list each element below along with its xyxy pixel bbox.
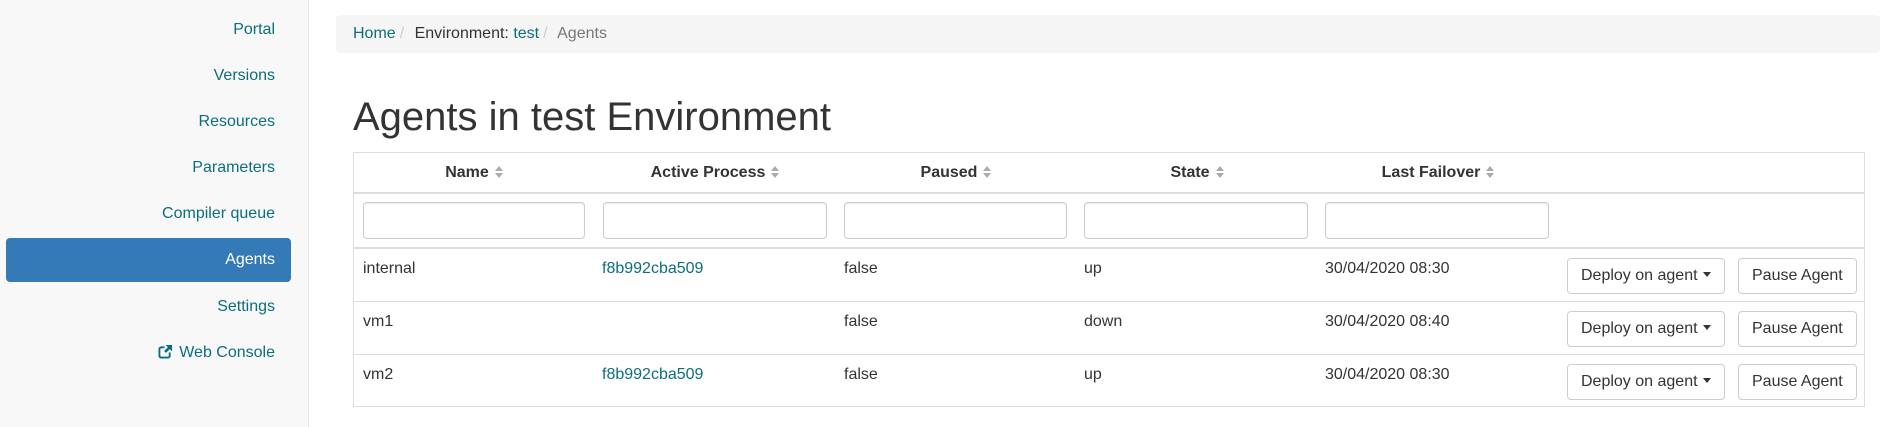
filter-last-failover-input[interactable] [1325,202,1549,239]
sidebar-item-settings[interactable]: Settings [6,285,291,329]
table-row: vm1 false down 30/04/2020 08:40 Deploy o… [354,302,1864,355]
sort-icon [1486,154,1495,194]
agent-name: vm1 [363,313,394,330]
active-process-link[interactable]: f8b992cba509 [602,366,703,384]
pause-agent-button[interactable]: Pause Agent [1738,311,1857,347]
agents-table: Name Active Process Paused State Last Fa… [353,152,1865,407]
sidebar-nav: Portal Versions Resources Parameters Com… [0,0,309,427]
caret-down-icon [1702,272,1711,277]
deploy-on-agent-label: Deploy on agent [1581,320,1698,337]
breadcrumb-env-prefix: Environment: [414,25,509,42]
header-divider [354,192,1864,194]
filter-paused-input[interactable] [844,202,1067,239]
column-header-label: Last Failover [1381,164,1481,181]
sidebar-item-agents[interactable]: Agents [6,238,291,282]
last-failover-value: 30/04/2020 08:40 [1325,313,1450,330]
breadcrumb-separator: / [399,25,405,42]
caret-down-icon [1702,378,1711,383]
sidebar-item-parameters[interactable]: Parameters [6,146,291,190]
page-title: Agents in test Environment [353,95,832,139]
sidebar-item-resources[interactable]: Resources [6,100,291,144]
deploy-on-agent-button[interactable]: Deploy on agent [1567,311,1725,347]
table-row: internal f8b992cba509 false up 30/04/202… [354,249,1864,302]
state-value: up [1084,260,1102,277]
caret-down-icon [1702,325,1711,330]
filter-name-input[interactable] [363,202,585,239]
filter-state-input[interactable] [1084,202,1308,239]
breadcrumb-env-link[interactable]: test [513,25,539,42]
breadcrumb-separator: / [543,25,548,42]
sort-icon [494,154,503,194]
last-failover-value: 30/04/2020 08:30 [1325,260,1450,277]
paused-value: false [844,366,878,383]
filter-active-process-input[interactable] [603,202,827,239]
sort-icon [771,154,780,194]
breadcrumb: Home / Environment: test / Agents [336,15,1880,53]
column-header-name[interactable]: Name [354,153,594,193]
column-header-last-failover[interactable]: Last Failover [1318,153,1558,193]
column-header-label: Name [445,164,489,181]
agent-name: internal [363,260,416,277]
sidebar-item-versions[interactable]: Versions [6,54,291,98]
paused-value: false [844,313,878,330]
breadcrumb-current: Agents [557,25,607,42]
state-value: up [1084,366,1102,383]
state-value: down [1084,313,1123,330]
external-link-icon [158,333,174,377]
breadcrumb-home-link[interactable]: Home [353,25,396,42]
sidebar-item-web-console[interactable]: Web Console [6,331,291,375]
web-console-label: Web Console [179,344,275,361]
column-header-active-process[interactable]: Active Process [594,153,836,193]
sidebar-item-portal[interactable]: Portal [6,8,291,52]
column-header-label: Active Process [650,164,766,181]
last-failover-value: 30/04/2020 08:30 [1325,366,1450,383]
pause-agent-button[interactable]: Pause Agent [1738,258,1857,294]
sort-icon [983,154,992,194]
deploy-on-agent-button[interactable]: Deploy on agent [1567,258,1725,294]
sort-icon [1215,154,1224,194]
column-header-paused[interactable]: Paused [836,153,1076,193]
pause-agent-button[interactable]: Pause Agent [1738,364,1857,400]
deploy-on-agent-label: Deploy on agent [1581,267,1698,284]
paused-value: false [844,260,878,277]
table-row: vm2 f8b992cba509 false up 30/04/2020 08:… [354,355,1864,408]
deploy-on-agent-label: Deploy on agent [1581,373,1698,390]
column-header-label: Paused [920,164,978,181]
deploy-on-agent-button[interactable]: Deploy on agent [1567,364,1725,400]
column-header-state[interactable]: State [1076,153,1318,193]
column-header-label: State [1170,164,1210,181]
sidebar-item-compiler-queue[interactable]: Compiler queue [6,192,291,236]
agent-name: vm2 [363,366,394,383]
active-process-link[interactable]: f8b992cba509 [602,260,703,278]
